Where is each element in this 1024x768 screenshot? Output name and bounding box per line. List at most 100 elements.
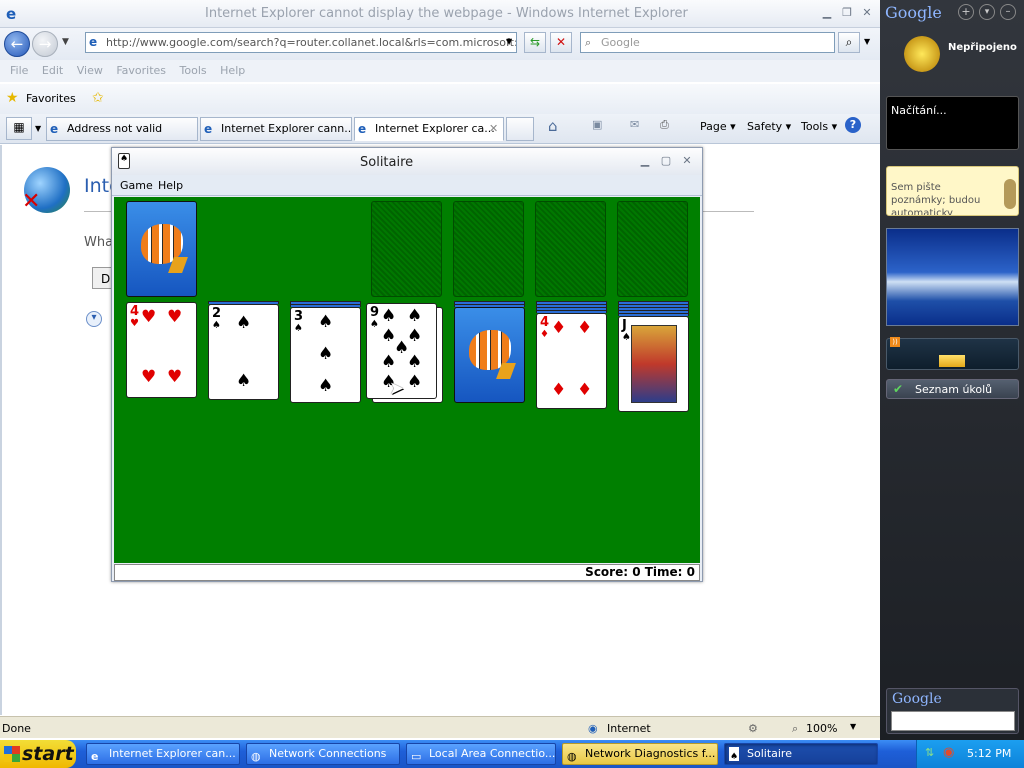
close-tab-icon[interactable]: ✕	[489, 118, 498, 140]
tools-menu[interactable]: Tools ▾	[801, 120, 837, 133]
diagnostics-icon: ◍	[567, 750, 577, 763]
read-mail-icon[interactable]: ✉	[630, 118, 639, 131]
network-tray-icon[interactable]: ⇅	[925, 746, 934, 759]
menu-help[interactable]: Help	[158, 179, 183, 192]
quick-tabs-icon[interactable]: ▦	[6, 117, 32, 140]
add-gadget-icon[interactable]: +	[958, 4, 974, 20]
address-dropdown[interactable]: ▼	[506, 37, 512, 46]
search-input[interactable]: ⌕ Google	[580, 32, 835, 53]
page-question: Wha	[84, 235, 114, 250]
search-gadget-logo: Google	[892, 691, 942, 707]
google-sidebar: Google + ▾ – Nepřipojeno Načítání... Sem…	[880, 0, 1024, 740]
tableau-card-3[interactable]: 3 ♠ ♠ ♠ ♠	[290, 307, 361, 403]
search-provider-icon: ⌕	[585, 36, 592, 49]
page-menu[interactable]: Page ▾	[700, 120, 736, 133]
page-icon: e	[89, 35, 98, 49]
solitaire-maximize-button[interactable]: ▢	[659, 154, 673, 168]
tableau-card-5[interactable]	[454, 307, 525, 403]
envelope-icon	[939, 355, 965, 367]
zoom-level[interactable]: 100%	[806, 722, 837, 735]
tab-ie-cannot-display-2[interactable]: e Internet Explorer ca... ✕	[354, 117, 504, 141]
notes-text: Sem pište poznámky; budou automaticky uk…	[891, 182, 981, 216]
menu-help[interactable]: Help	[220, 64, 245, 77]
solitaire-minimize-button[interactable]: ▁	[638, 154, 652, 168]
page-icon: e	[204, 122, 213, 136]
sidebar-search-input[interactable]	[891, 711, 1015, 731]
restore-button[interactable]: ❐	[840, 6, 854, 20]
notes-gadget[interactable]: Sem pište poznámky; budou automaticky uk…	[886, 166, 1019, 216]
add-favorite-icon[interactable]: ✩	[92, 90, 104, 106]
tableau-card-6[interactable]: 4 ♦ ♦ ♦ ♦ ♦	[536, 313, 607, 409]
ie-window-title: Internet Explorer cannot display the web…	[205, 6, 688, 21]
menu-favorites[interactable]: Favorites	[116, 64, 166, 77]
feed-gadget[interactable]: ))	[886, 337, 1019, 370]
help-icon[interactable]: ?	[845, 117, 861, 133]
taskbar-network-diagnostics[interactable]: ◍ Network Diagnostics f...	[562, 743, 718, 765]
tab-address-not-valid[interactable]: e Address not valid	[46, 117, 198, 141]
home-icon[interactable]: ⌂	[548, 117, 558, 135]
protected-mode-icon[interactable]: ⚙	[748, 722, 758, 735]
photo-gadget[interactable]	[886, 228, 1019, 326]
favorites-button[interactable]: Favorites	[26, 92, 76, 105]
clock: 5:12 PM	[967, 747, 1012, 760]
taskbar-network-connections[interactable]: ◍ Network Connections	[246, 743, 400, 765]
stock-pile[interactable]	[126, 201, 197, 297]
tableau-card-7[interactable]: J ♠	[618, 316, 689, 412]
weather-gadget[interactable]: Nepřipojeno	[886, 28, 1019, 88]
foundation-slot-2[interactable]	[453, 201, 524, 297]
tableau-card-2[interactable]: 2 ♠ ♠ ♠	[208, 304, 279, 400]
ie-icon: e	[91, 750, 99, 763]
back-button[interactable]: ←	[4, 31, 30, 57]
stop-button[interactable]: ✕	[550, 32, 572, 53]
foundation-slot-3[interactable]	[535, 201, 606, 297]
tab-list-dropdown[interactable]: ▼	[35, 124, 41, 133]
feeds-icon[interactable]: ▣	[592, 118, 602, 131]
menu-tools[interactable]: Tools	[180, 64, 207, 77]
solitaire-title-bar: ♠ Solitaire ▁ ▢ ✕	[112, 148, 702, 175]
forward-button[interactable]: →	[32, 31, 58, 57]
new-tab-button[interactable]	[506, 117, 534, 141]
menu-game[interactable]: Game	[120, 179, 153, 192]
error-x-icon: ✕	[22, 189, 41, 214]
solitaire-app-icon: ♠	[118, 153, 130, 169]
expand-icon[interactable]: ▾	[86, 311, 102, 327]
globe-error-icon: ✕	[22, 167, 70, 214]
solitaire-close-button[interactable]: ✕	[680, 154, 694, 168]
weather-status: Nepřipojeno	[948, 42, 1017, 53]
solitaire-icon: ♠	[729, 747, 739, 762]
tableau-card-1[interactable]: 4 ♥ ♥ ♥ ♥ ♥	[126, 302, 197, 398]
taskbar-ie[interactable]: e Internet Explorer can...	[86, 743, 240, 765]
sidebar-menu-icon[interactable]: ▾	[979, 4, 995, 20]
safety-menu[interactable]: Safety ▾	[747, 120, 791, 133]
internet-zone-icon: ◉	[588, 722, 598, 735]
page-icon: e	[50, 122, 59, 136]
refresh-button[interactable]: ⇆	[524, 32, 546, 53]
minimize-button[interactable]: ▁	[820, 6, 834, 20]
print-icon[interactable]: ⎙	[660, 118, 669, 132]
menu-edit[interactable]: Edit	[42, 64, 63, 77]
search-icon[interactable]: ⌕	[838, 32, 860, 53]
menu-view[interactable]: View	[77, 64, 103, 77]
foundation-slot-1[interactable]	[371, 201, 442, 297]
zoom-dropdown[interactable]: ▼	[850, 722, 856, 731]
tab-ie-cannot-display-1[interactable]: e Internet Explorer cann...	[200, 117, 352, 141]
news-gadget[interactable]: Načítání...	[886, 96, 1019, 150]
taskbar-local-area[interactable]: ▭ Local Area Connectio...	[406, 743, 556, 765]
start-button[interactable]: start	[0, 740, 76, 768]
tasks-gadget[interactable]: ✔ Seznam úkolů	[886, 379, 1019, 399]
notes-scrollbar[interactable]	[1004, 179, 1016, 209]
recent-pages-dropdown[interactable]: ▼	[62, 37, 69, 47]
security-tray-icon[interactable]: ◉	[943, 745, 954, 760]
address-input[interactable]: e http://www.google.com/search?q=router.…	[85, 32, 517, 53]
sidebar-minimize-icon[interactable]: –	[1000, 4, 1016, 20]
search-options-dropdown[interactable]: ▼	[864, 37, 870, 46]
taskbar-solitaire[interactable]: ♠ Solitaire	[724, 743, 878, 765]
foundation-slot-4[interactable]	[617, 201, 688, 297]
zoom-icon[interactable]: ⌕	[792, 722, 798, 736]
menu-file[interactable]: File	[10, 64, 28, 77]
close-button[interactable]: ✕	[860, 6, 874, 20]
tableau-card-4[interactable]: 9 ♠ ♠ ♠ ♠ ♠ ♠ ♠ ♠ ♠ ♠ ➤	[366, 303, 437, 399]
solitaire-title: Solitaire	[360, 155, 414, 170]
sun-icon	[904, 36, 940, 72]
mouse-cursor-icon: ➤	[389, 378, 405, 399]
